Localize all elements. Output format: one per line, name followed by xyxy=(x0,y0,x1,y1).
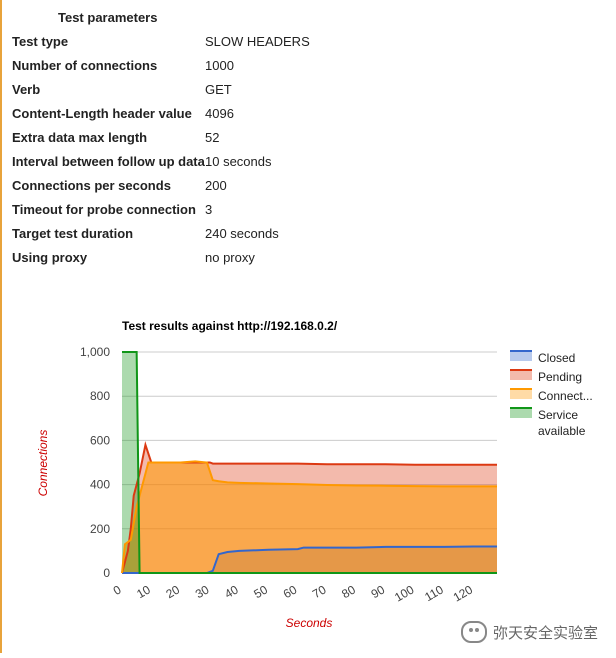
x-tick-label: 20 xyxy=(164,582,183,601)
y-tick-label: 1,000 xyxy=(80,345,110,359)
param-label: Interval between follow up data xyxy=(12,154,205,169)
chart-container: Test results against http://192.168.0.2/… xyxy=(0,300,616,653)
legend-swatch xyxy=(510,351,532,361)
y-tick-label: 400 xyxy=(90,478,110,492)
param-value: 240 seconds xyxy=(205,226,279,241)
x-axis-title: Seconds xyxy=(286,616,333,630)
x-tick-label: 100 xyxy=(392,582,417,604)
y-tick-label: 200 xyxy=(90,522,110,536)
y-tick-label: 800 xyxy=(90,389,110,403)
param-label: Verb xyxy=(12,82,41,97)
x-tick-label: 110 xyxy=(422,582,446,604)
x-tick-label: 30 xyxy=(193,582,212,601)
x-tick-label: 10 xyxy=(134,582,153,601)
legend-label: Connect... xyxy=(538,389,593,403)
x-tick-label: 50 xyxy=(251,582,270,601)
param-label: Target test duration xyxy=(12,226,134,241)
param-value: 3 xyxy=(205,202,213,217)
x-tick-label: 120 xyxy=(451,582,476,604)
param-label: Timeout for probe connection xyxy=(12,202,196,217)
legend-label: Service available xyxy=(538,408,586,438)
x-tick-label: 40 xyxy=(222,582,241,601)
x-tick-label: 60 xyxy=(281,582,300,601)
x-tick-label: 70 xyxy=(310,582,329,601)
watermark: 弥天安全实验室 xyxy=(460,621,598,643)
param-value: 200 xyxy=(205,178,227,193)
x-tick-label: 90 xyxy=(369,582,388,601)
wechat-icon xyxy=(460,621,487,643)
legend-swatch xyxy=(510,408,532,418)
legend-label: Pending xyxy=(538,370,582,384)
param-value: SLOW HEADERS xyxy=(205,34,310,49)
y-axis-title: Connections xyxy=(36,430,50,497)
x-tick-label: 0 xyxy=(111,582,124,598)
params-title: Test parameters xyxy=(58,10,158,25)
param-label: Content-Length header value xyxy=(12,106,192,121)
param-value: 10 seconds xyxy=(205,154,272,169)
param-value: no proxy xyxy=(205,250,255,265)
watermark-text: 弥天安全实验室 xyxy=(492,624,598,642)
param-value: GET xyxy=(205,82,232,97)
param-label: Test type xyxy=(12,34,69,49)
param-label: Using proxy xyxy=(12,250,88,265)
legend-swatch xyxy=(510,389,532,399)
param-value: 1000 xyxy=(205,58,234,73)
param-label: Connections per seconds xyxy=(12,178,171,193)
y-tick-label: 0 xyxy=(103,566,110,580)
param-label: Extra data max length xyxy=(12,130,148,145)
legend-swatch xyxy=(510,370,532,380)
param-value: 52 xyxy=(205,130,220,145)
chart-title: Test results against http://192.168.0.2/ xyxy=(122,319,338,333)
legend-label: Closed xyxy=(538,351,575,365)
param-value: 4096 xyxy=(205,106,234,121)
y-tick-label: 600 xyxy=(90,433,110,447)
x-tick-label: 80 xyxy=(339,582,358,601)
results-chart: Test results against http://192.168.0.2/… xyxy=(36,319,593,630)
param-label: Number of connections xyxy=(12,58,158,73)
